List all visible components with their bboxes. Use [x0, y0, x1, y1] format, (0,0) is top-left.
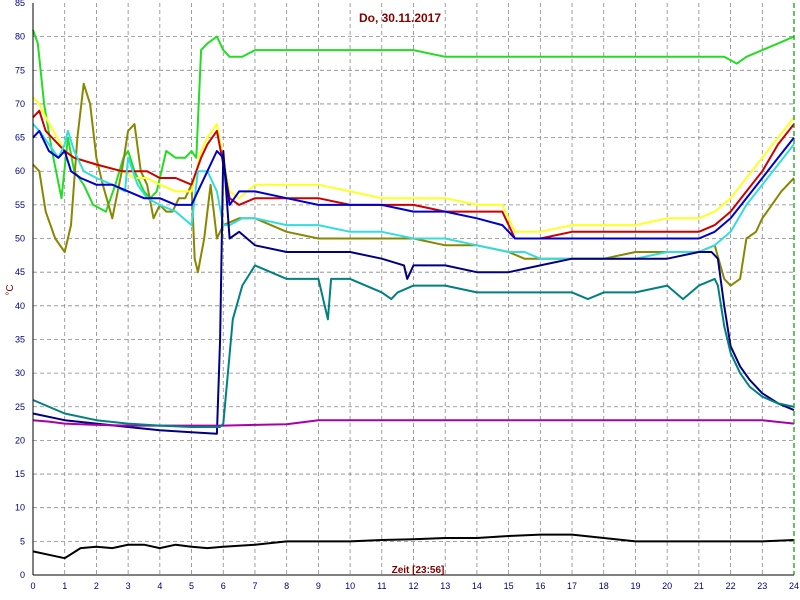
x-tick-label: 19 — [630, 581, 640, 591]
x-tick-label: 1 — [62, 581, 67, 591]
x-tick-label: 17 — [567, 581, 577, 591]
y-tick-label: 85 — [15, 0, 25, 8]
x-tick-label: 12 — [408, 581, 418, 591]
y-tick-label: 50 — [15, 234, 25, 244]
y-tick-label: 10 — [15, 503, 25, 513]
y-tick-label: 70 — [15, 99, 25, 109]
x-tick-label: 18 — [599, 581, 609, 591]
x-tick-label: 24 — [789, 581, 799, 591]
y-tick-label: 65 — [15, 133, 25, 143]
x-tick-label: 10 — [345, 581, 355, 591]
x-tick-label: 0 — [30, 581, 35, 591]
y-tick-label: 35 — [15, 334, 25, 344]
x-tick-label: 20 — [662, 581, 672, 591]
x-axis-label: Zeit [23:56] — [392, 565, 445, 576]
y-tick-label: 20 — [15, 435, 25, 445]
x-tick-label: 2 — [94, 581, 99, 591]
x-tick-label: 6 — [221, 581, 226, 591]
x-tick-label: 8 — [284, 581, 289, 591]
x-tick-label: 21 — [694, 581, 704, 591]
x-tick-label: 15 — [504, 581, 514, 591]
y-tick-label: 45 — [15, 267, 25, 277]
y-tick-label: 30 — [15, 368, 25, 378]
y-tick-label: 25 — [15, 402, 25, 412]
y-tick-label: 75 — [15, 65, 25, 75]
chart-title: Do, 30.11.2017 — [359, 11, 441, 25]
x-tick-label: 7 — [252, 581, 257, 591]
y-tick-label: 60 — [15, 166, 25, 176]
x-tick-label: 4 — [157, 581, 162, 591]
y-tick-label: 5 — [20, 536, 25, 546]
x-tick-label: 13 — [440, 581, 450, 591]
y-tick-label: 80 — [15, 32, 25, 42]
chart-grid — [33, 3, 794, 575]
y-tick-label: 0 — [20, 570, 25, 580]
x-tick-label: 3 — [126, 581, 131, 591]
x-tick-label: 5 — [189, 581, 194, 591]
x-tick-label: 11 — [377, 581, 386, 591]
y-tick-label: 55 — [15, 200, 25, 210]
y-tick-label: 15 — [15, 469, 25, 479]
x-tick-label: 14 — [472, 581, 482, 591]
x-tick-label: 22 — [726, 581, 736, 591]
y-axis-label: °C — [5, 284, 16, 295]
temperature-chart: 0 1 2 3 4 5 6 7 8 9 10 11 12 13 14 15 16 17 18 19 20 21 22 23 24… — [5, 0, 799, 591]
chart-tick-labels: 0 1 2 3 4 5 6 7 8 9 10 11 12 13 14 15 16 17 18 19 20 21 22 23 24… — [15, 0, 799, 591]
x-tick-label: 16 — [535, 581, 545, 591]
x-tick-label: 9 — [316, 581, 321, 591]
y-tick-label: 40 — [15, 301, 25, 311]
x-tick-label: 23 — [757, 581, 767, 591]
